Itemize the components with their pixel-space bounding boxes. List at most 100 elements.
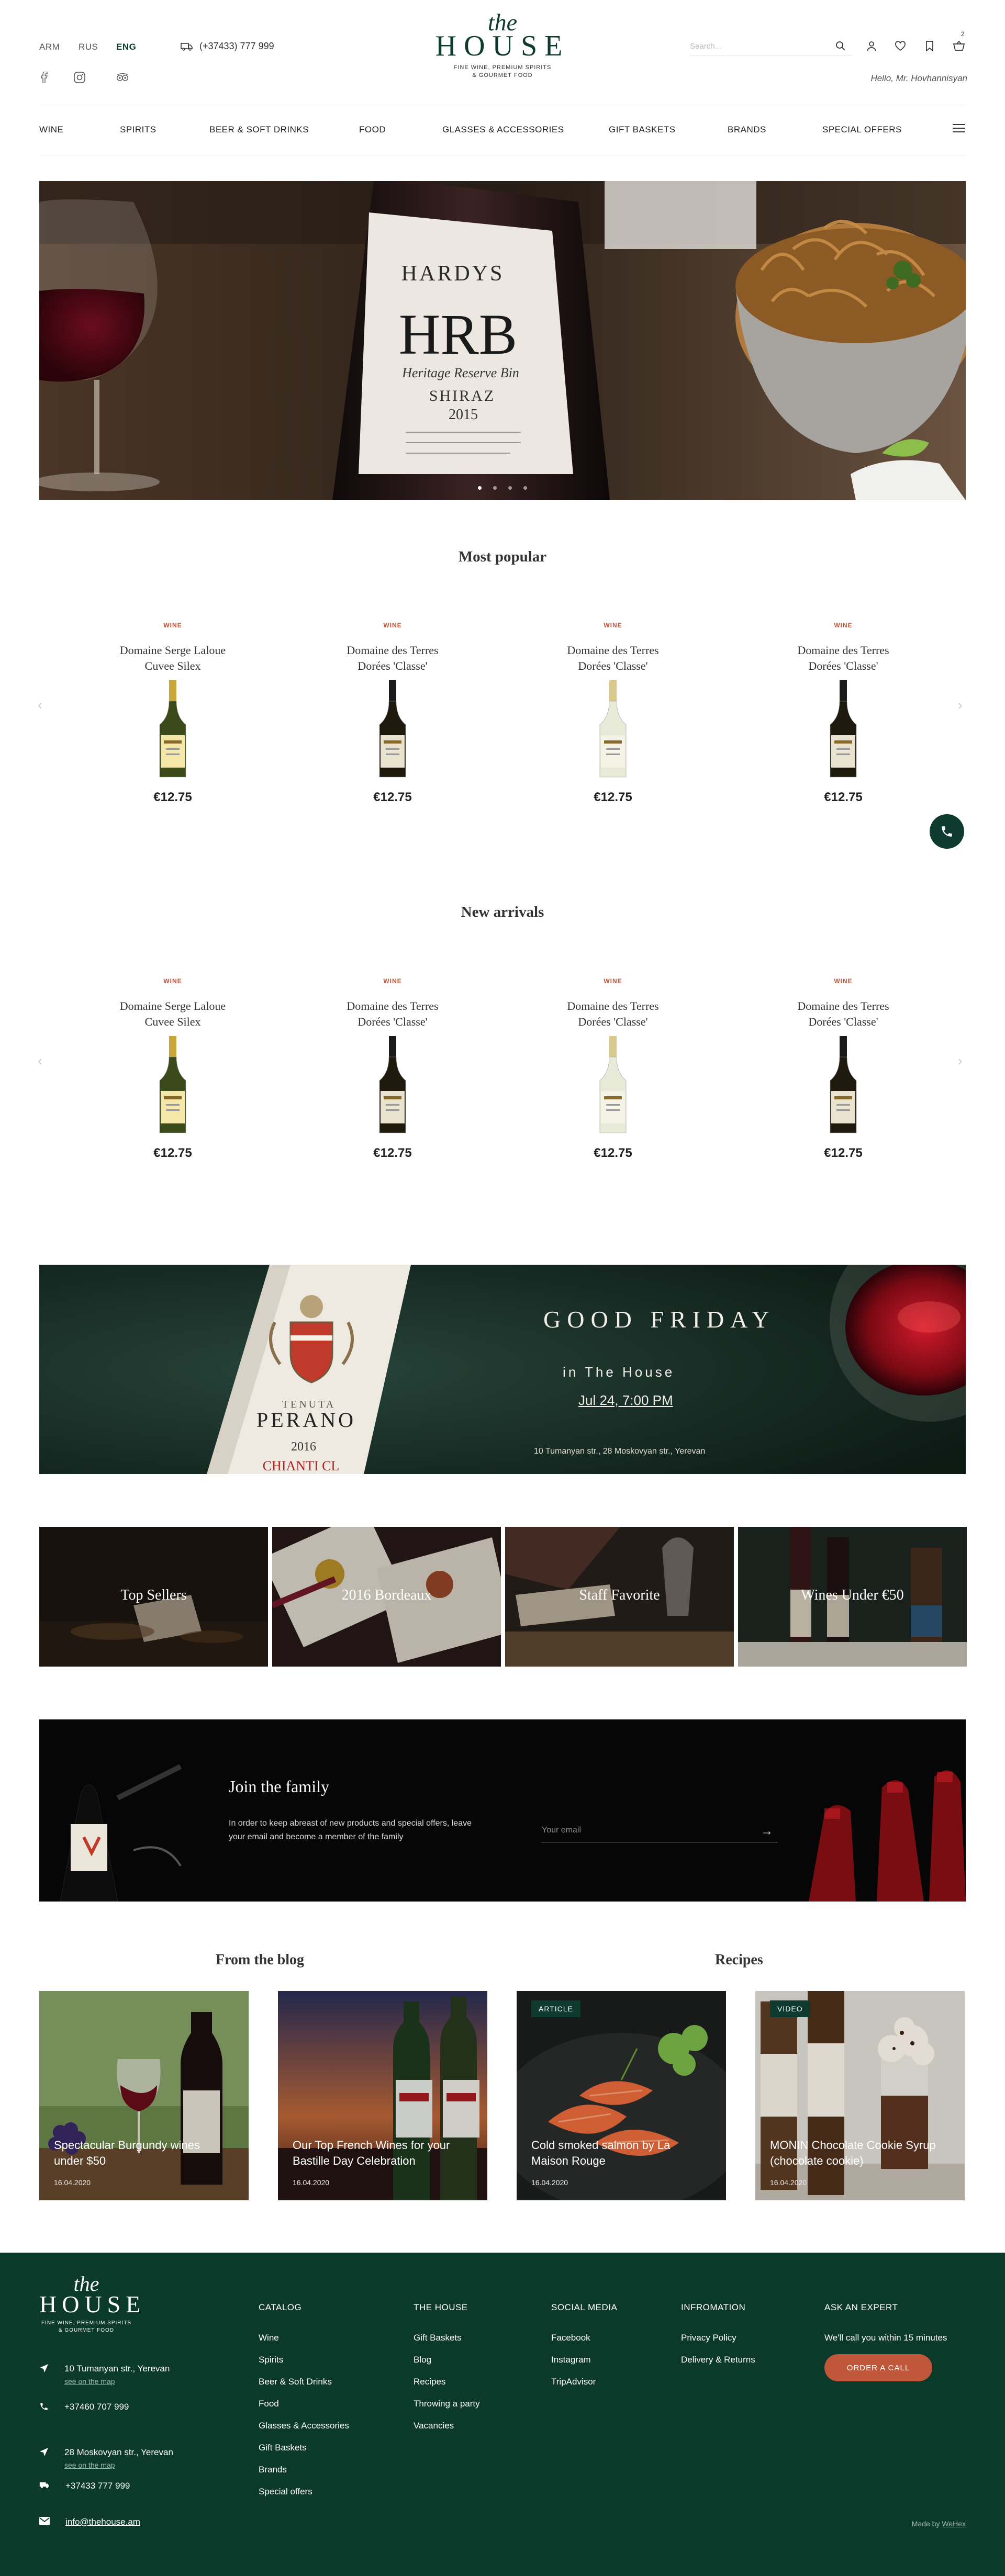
menu-icon[interactable] (953, 123, 965, 136)
bookmark-icon[interactable] (922, 39, 937, 53)
footer-ask-expert: ASK AN EXPERT We'll call you within 15 m… (824, 2302, 947, 2355)
category-tile-top-sellers[interactable]: Top Sellers (39, 1527, 268, 1667)
recipes-title: Recipes (715, 1952, 763, 1968)
product-card[interactable]: WINE Domaine Serge Laloue Cuvee Silex €12.7… (94, 622, 251, 805)
product-card[interactable]: WINE Domaine des Terres Dorées 'Classe' €12… (534, 977, 691, 1161)
nav-item-beer-soft-drinks[interactable]: BEER & SOFT DRINKS (209, 125, 309, 135)
made-by-link[interactable]: WeHex (942, 2519, 966, 2528)
product-card[interactable]: WINE Domaine Serge Laloue Cuvee Silex €12.7… (94, 977, 251, 1161)
footer-link[interactable]: Glasses & Accessories (259, 2421, 349, 2431)
nav-item-gift-baskets[interactable]: GIFT BASKETS (609, 125, 676, 135)
footer-link[interactable]: Vacancies (414, 2421, 480, 2431)
hero-label-title: HRB (399, 302, 517, 366)
bottle-image (379, 1036, 406, 1133)
site-logo[interactable]: the HOUSE FINE WINE, PREMIUM SPIRITS & G… (419, 10, 586, 80)
category-tile-wines-under-50[interactable]: Wines Under €50 (738, 1527, 967, 1667)
footer-link[interactable]: Recipes (414, 2377, 480, 2387)
footer-link[interactable]: Blog (414, 2355, 480, 2365)
submit-arrow-icon[interactable]: → (761, 1824, 773, 1839)
map-link[interactable]: see on the map (64, 2377, 170, 2386)
hero-slider[interactable]: HARDYS HRB Heritage Reserve Bin SHIRAZ 2… (39, 181, 966, 500)
call-button[interactable] (930, 814, 964, 849)
nav-item-wine[interactable]: WINE (39, 125, 63, 135)
category-tile-2016-bordeaux[interactable]: 2016 Bordeaux (272, 1527, 501, 1667)
product-card[interactable]: WINE Domaine des Terres Dorées 'Classe' €12… (534, 622, 691, 805)
product-card[interactable]: WINE Domaine des Terres Dorées 'Classe' €12… (765, 977, 922, 1161)
footer-link[interactable]: Gift Baskets (259, 2443, 349, 2453)
slider-dot[interactable] (523, 486, 527, 490)
blog-post[interactable]: Our Top French Wines for your Bastille D… (278, 1991, 487, 2200)
footer-link[interactable]: Special offers (259, 2487, 349, 2497)
logo-tagline-1: FINE WINE, PREMIUM SPIRITS (41, 2320, 132, 2326)
footer-phone-1[interactable]: +37460 707 999 (39, 2402, 129, 2412)
carousel-prev-icon[interactable]: ‹ (38, 1053, 42, 1069)
recipe-post[interactable]: VIDEO MONIN Chocolate Cookie Syrup (choc… (755, 1991, 965, 2200)
footer-link[interactable]: Throwing a party (414, 2399, 480, 2409)
nav-item-food[interactable]: FOOD (359, 125, 386, 135)
product-name-line: Domaine des Terres (347, 644, 439, 657)
user-greeting[interactable]: Hello, Mr. Hovhannisyan (870, 73, 967, 84)
logo-tagline-2: & GOURMET FOOD (472, 72, 533, 78)
event-banner[interactable]: TENUTA PERANO 2016 CHIANTI CL GOOD FRIDA… (39, 1265, 966, 1474)
footer-link[interactable]: Spirits (259, 2355, 349, 2365)
product-name: Domaine des Terres Dorées 'Classe' (314, 643, 471, 674)
heart-icon[interactable] (893, 39, 908, 53)
lang-rus[interactable]: RUS (79, 42, 98, 52)
post-image (278, 1991, 487, 2200)
slider-dot[interactable] (508, 486, 512, 490)
footer-the-house: THE HOUSE Gift Baskets Blog Recipes Thro… (414, 2302, 480, 2443)
footer-link[interactable]: Delivery & Returns (681, 2355, 755, 2365)
footer-link[interactable]: Gift Baskets (414, 2333, 480, 2343)
newsletter-section: Join the family In order to keep abreast… (39, 1719, 966, 1902)
product-price: €12.75 (373, 790, 412, 804)
category-tile-staff-favorite[interactable]: Staff Favorite (505, 1527, 734, 1667)
footer-logo[interactable]: the HOUSE FINE WINE, PREMIUM SPIRITS & G… (39, 2274, 146, 2334)
product-name-line: Dorées 'Classe' (578, 659, 648, 672)
bottle-name: CHIANTI CL (263, 1458, 340, 1473)
search-input[interactable]: Search... (690, 40, 852, 55)
product-name-line: Dorées 'Classe' (578, 1015, 648, 1028)
search-icon[interactable] (833, 39, 848, 53)
footer-link[interactable]: Food (259, 2399, 349, 2409)
bottle-image (159, 1036, 186, 1133)
carousel-next-icon[interactable]: › (958, 697, 963, 713)
footer-link[interactable]: Instagram (551, 2355, 617, 2365)
product-card[interactable]: WINE Domaine des Terres Dorées 'Classe' €12… (765, 622, 922, 805)
bottle-year: 2016 (291, 1440, 316, 1454)
slider-dots (478, 486, 527, 490)
nav-item-spirits[interactable]: SPIRITS (120, 125, 157, 135)
footer-link[interactable]: Privacy Policy (681, 2333, 755, 2343)
cart-icon[interactable] (952, 39, 966, 53)
map-link[interactable]: see on the map (64, 2461, 173, 2469)
nav-item-glasses-accessories[interactable]: GLASSES & ACCESSORIES (442, 125, 564, 135)
tripadvisor-icon[interactable] (116, 71, 129, 84)
slider-dot[interactable] (493, 486, 497, 490)
header-phone[interactable]: (+37433) 777 999 (181, 41, 274, 52)
slider-dot[interactable] (478, 486, 482, 490)
lang-arm[interactable]: ARM (39, 42, 60, 52)
nav-item-brands[interactable]: BRANDS (728, 125, 766, 135)
email-input[interactable]: Your email (542, 1821, 777, 1842)
carousel-next-icon[interactable]: › (958, 1053, 963, 1069)
recipe-post[interactable]: ARTICLE Cold smoked salmon by La Maison … (517, 1991, 726, 2200)
footer-link[interactable]: Facebook (551, 2333, 617, 2343)
facebook-icon[interactable] (38, 71, 50, 84)
user-icon[interactable] (864, 39, 879, 53)
product-card[interactable]: WINE Domaine des Terres Dorées 'Classe' €12… (314, 622, 471, 805)
footer-email[interactable]: info@thehouse.am (39, 2517, 140, 2527)
lang-eng[interactable]: ENG (116, 42, 136, 52)
product-card[interactable]: WINE Domaine des Terres Dorées 'Classe' €12… (314, 977, 471, 1161)
footer-link[interactable]: Beer & Soft Drinks (259, 2377, 349, 2387)
carousel-prev-icon[interactable]: ‹ (38, 697, 42, 713)
event-date[interactable]: Jul 24, 7:00 PM (578, 1392, 673, 1409)
order-call-button[interactable]: ORDER A CALL (824, 2354, 932, 2381)
logo-house: HOUSE (39, 2291, 146, 2318)
instagram-icon[interactable] (73, 71, 86, 84)
hero-label-brand: HARDYS (401, 262, 505, 286)
nav-item-special-offers[interactable]: SPECIAL OFFERS (822, 125, 902, 135)
footer-link[interactable]: Brands (259, 2465, 349, 2475)
footer-phone-2[interactable]: +37433 777 999 (39, 2481, 130, 2491)
footer-link[interactable]: TripAdvisor (551, 2377, 617, 2387)
blog-post[interactable]: Spectacular Burgundy wines under $50 16.… (39, 1991, 249, 2200)
footer-link[interactable]: Wine (259, 2333, 349, 2343)
